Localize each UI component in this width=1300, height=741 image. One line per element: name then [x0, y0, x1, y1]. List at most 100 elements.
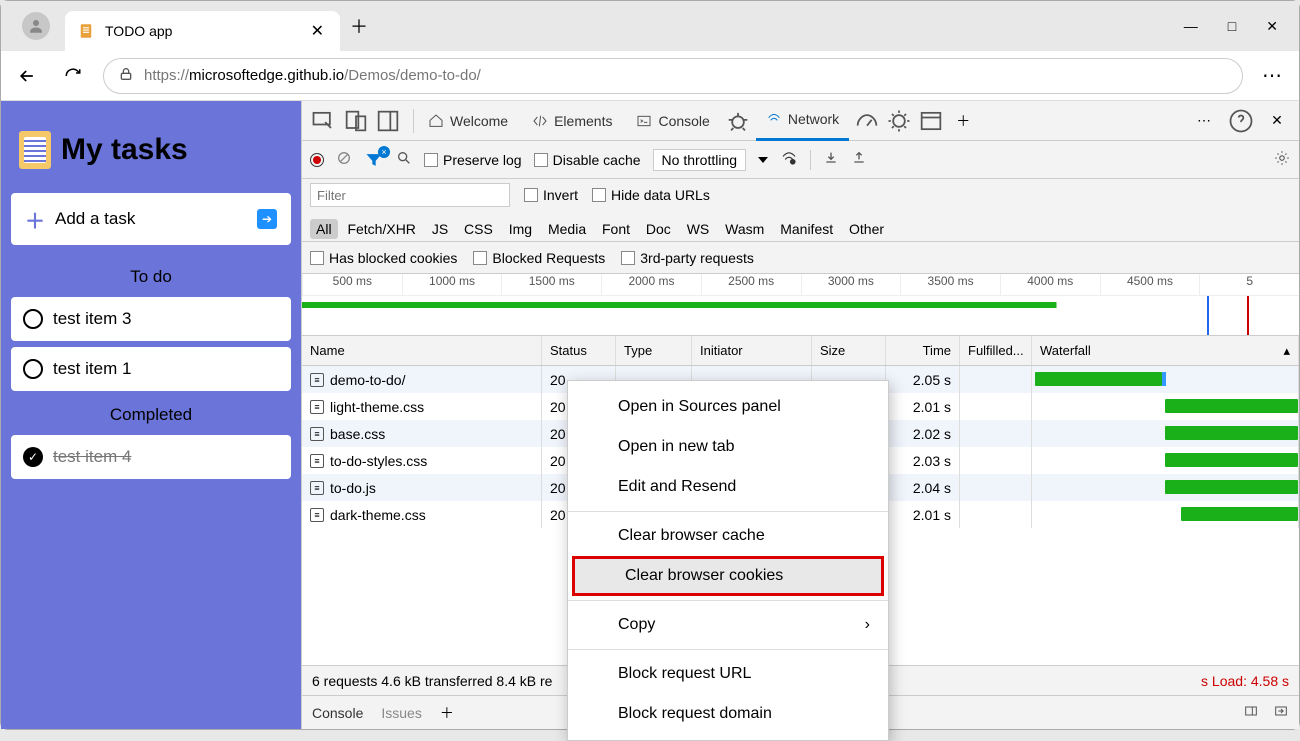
drawer-close-icon[interactable] [1273, 703, 1289, 722]
add-task-input[interactable]: ＋ Add a task ➔ [11, 193, 291, 245]
timeline-overview[interactable]: 500 ms1000 ms1500 ms2000 ms2500 ms3000 m… [302, 274, 1299, 336]
minimize-icon[interactable]: — [1184, 18, 1198, 35]
task-check-icon[interactable]: ✓ [23, 447, 43, 467]
filter-row-2: Has blocked cookies Blocked Requests 3rd… [302, 242, 1299, 274]
submit-arrow-icon[interactable]: ➔ [257, 209, 277, 229]
drawer-expand-icon[interactable] [1243, 703, 1259, 722]
titlebar: TODO app ✕ ＋ — □ ✕ [1, 1, 1299, 51]
filter-chip-js[interactable]: JS [426, 219, 454, 239]
memory-icon[interactable] [885, 107, 913, 135]
more-tabs-icon[interactable]: ＋ [949, 107, 977, 135]
clipboard-icon [19, 131, 51, 169]
ctx-copy[interactable]: Copy› [568, 605, 888, 645]
maximize-icon[interactable]: □ [1228, 18, 1236, 35]
third-party-checkbox[interactable]: 3rd-party requests [621, 250, 754, 266]
completed-header: Completed [11, 397, 291, 435]
application-icon[interactable] [917, 107, 945, 135]
tab-title: TODO app [105, 23, 297, 39]
todo-header: To do [11, 259, 291, 297]
plus-icon: ＋ [25, 205, 45, 234]
back-button[interactable] [11, 60, 43, 92]
device-icon[interactable] [342, 107, 370, 135]
throttling-select[interactable]: No throttling [653, 149, 746, 171]
browser-menu-icon[interactable]: ⋯ [1257, 60, 1289, 92]
invert-checkbox[interactable]: Invert [524, 187, 578, 203]
file-icon: ≡ [310, 400, 324, 414]
tab-favicon [77, 22, 95, 40]
browser-toolbar: https://microsoftedge.github.io/Demos/de… [1, 51, 1299, 101]
drawer-console-tab[interactable]: Console [312, 705, 363, 721]
task-item[interactable]: test item 1 [11, 347, 291, 391]
new-tab-button[interactable]: ＋ [350, 13, 368, 39]
file-icon: ≡ [310, 454, 324, 468]
ctx-clear-cookies[interactable]: Clear browser cookies [572, 556, 884, 596]
blocked-cookies-checkbox[interactable]: Has blocked cookies [310, 250, 457, 266]
search-icon[interactable] [396, 150, 412, 169]
hide-data-urls-checkbox[interactable]: Hide data URLs [592, 187, 710, 203]
lock-icon [118, 66, 134, 86]
ctx-block-domain[interactable]: Block request domain [568, 694, 888, 734]
ctx-open-new-tab[interactable]: Open in new tab [568, 427, 888, 467]
filter-chip-other[interactable]: Other [843, 219, 890, 239]
filter-chip-media[interactable]: Media [542, 219, 592, 239]
filter-row: Invert Hide data URLs All Fetch/XHR JS C… [302, 179, 1299, 242]
inspect-icon[interactable] [310, 107, 338, 135]
filter-chip-all[interactable]: All [310, 219, 338, 239]
ctx-open-sources[interactable]: Open in Sources panel [568, 387, 888, 427]
filter-chip-ws[interactable]: WS [681, 219, 716, 239]
tab-network[interactable]: Network [756, 101, 849, 141]
ctx-clear-cache[interactable]: Clear browser cache [568, 516, 888, 556]
network-toolbar: × Preserve log Disable cache No throttli… [302, 141, 1299, 179]
bug-icon[interactable] [724, 107, 752, 135]
profile-avatar[interactable] [22, 12, 50, 40]
refresh-button[interactable] [57, 60, 89, 92]
filter-chip-font[interactable]: Font [596, 219, 636, 239]
file-icon: ≡ [310, 427, 324, 441]
devtools-close-icon[interactable]: ✕ [1263, 107, 1291, 135]
devtools-tabs: Welcome Elements Console Network ＋ ⋯ ✕ [302, 101, 1299, 141]
ctx-edit-resend[interactable]: Edit and Resend [568, 467, 888, 507]
drawer-add-icon[interactable]: ＋ [440, 703, 454, 723]
ctx-block-url[interactable]: Block request URL [568, 654, 888, 694]
url-text: https://microsoftedge.github.io/Demos/de… [144, 67, 481, 84]
dock-icon[interactable] [374, 107, 402, 135]
throttle-caret[interactable] [758, 157, 768, 163]
help-icon[interactable] [1227, 107, 1255, 135]
filter-chip-fetch/xhr[interactable]: Fetch/XHR [341, 219, 421, 239]
task-item[interactable]: test item 3 [11, 297, 291, 341]
network-table-header[interactable]: Name Status Type Initiator Size Time Ful… [302, 336, 1299, 366]
address-bar[interactable]: https://microsoftedge.github.io/Demos/de… [103, 58, 1243, 94]
settings-icon[interactable] [1273, 149, 1291, 170]
tab-console[interactable]: Console [626, 101, 719, 141]
record-button[interactable] [310, 153, 324, 167]
tab-elements[interactable]: Elements [522, 101, 622, 141]
filter-chip-doc[interactable]: Doc [640, 219, 677, 239]
context-menu: Open in Sources panel Open in new tab Ed… [567, 380, 889, 741]
browser-tab[interactable]: TODO app ✕ [65, 11, 340, 51]
network-conditions-icon[interactable] [780, 149, 798, 170]
close-window-icon[interactable]: ✕ [1266, 18, 1278, 35]
filter-input[interactable] [310, 183, 510, 207]
blocked-requests-checkbox[interactable]: Blocked Requests [473, 250, 605, 266]
filter-chip-img[interactable]: Img [503, 219, 538, 239]
task-checkbox[interactable] [23, 309, 43, 329]
preserve-log-checkbox[interactable]: Preserve log [424, 152, 522, 168]
devtools-menu-icon[interactable]: ⋯ [1191, 107, 1219, 135]
filter-chip-manifest[interactable]: Manifest [774, 219, 839, 239]
task-item-done[interactable]: ✓test item 4 [11, 435, 291, 479]
drawer-issues-tab[interactable]: Issues [381, 705, 421, 721]
performance-icon[interactable] [853, 107, 881, 135]
export-icon[interactable] [851, 150, 867, 169]
tab-welcome[interactable]: Welcome [418, 101, 518, 141]
file-icon: ≡ [310, 481, 324, 495]
task-checkbox[interactable] [23, 359, 43, 379]
tab-close-icon[interactable]: ✕ [307, 21, 328, 41]
file-icon: ≡ [310, 373, 324, 387]
clear-button[interactable] [336, 150, 352, 169]
import-icon[interactable] [823, 150, 839, 169]
filter-chip-wasm[interactable]: Wasm [719, 219, 770, 239]
disable-cache-checkbox[interactable]: Disable cache [534, 152, 641, 168]
page-title: My tasks [11, 111, 291, 193]
filter-chip-css[interactable]: CSS [458, 219, 499, 239]
filter-toggle-icon[interactable]: × [364, 150, 384, 170]
